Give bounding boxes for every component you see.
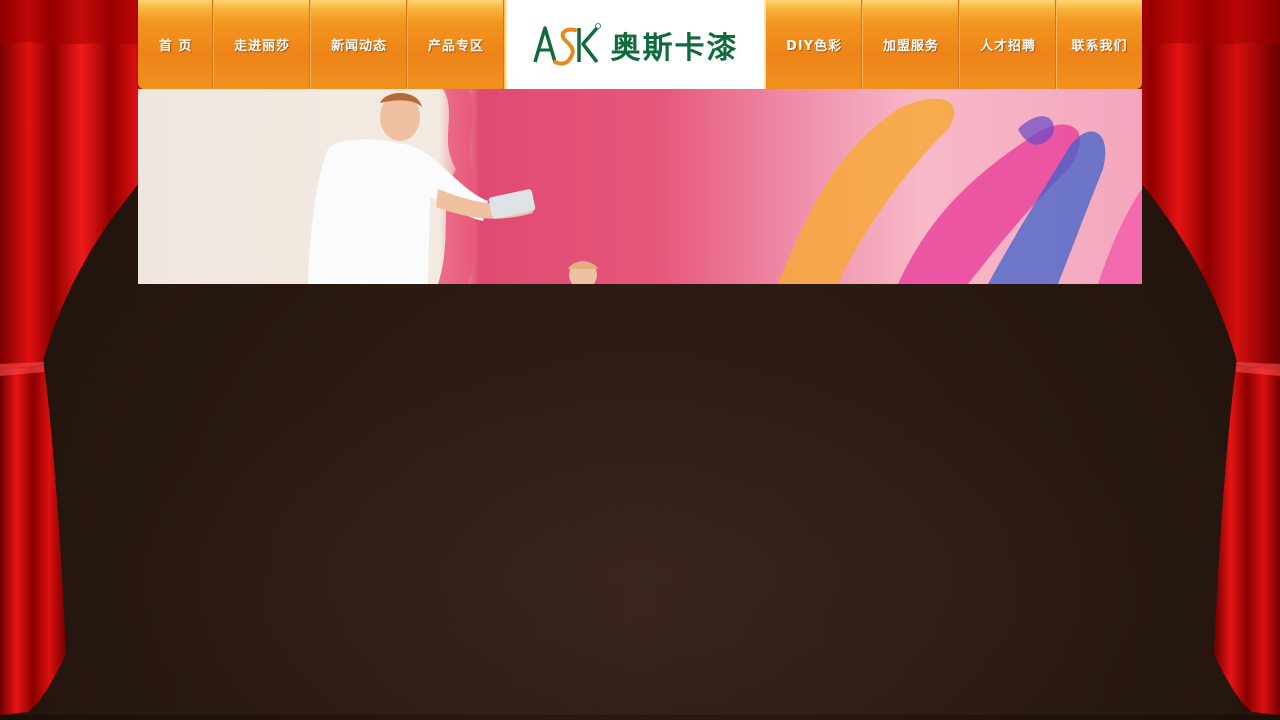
stage-floor bbox=[110, 360, 1170, 720]
brand-name: 奥斯卡漆 bbox=[610, 30, 739, 66]
nav-news-label: 新闻动态 bbox=[331, 39, 388, 54]
nav-diy-color-label: DIY色彩 bbox=[786, 39, 843, 54]
nav-franchise[interactable]: 加盟服务 bbox=[863, 0, 961, 89]
nav-news[interactable]: 新闻动态 bbox=[311, 0, 409, 89]
nav-home[interactable]: 首 页 bbox=[138, 0, 215, 89]
nav-diy-color[interactable]: DIY色彩 bbox=[766, 0, 864, 89]
main-nav: 首 页 走进丽莎 新闻动态 产品专区 奥斯卡漆 DIY色彩 加盟服务 人才招聘 bbox=[138, 0, 1142, 89]
nav-careers[interactable]: 人才招聘 bbox=[960, 0, 1057, 89]
nav-products[interactable]: 产品专区 bbox=[408, 0, 505, 89]
nav-about[interactable]: 走进丽莎 bbox=[214, 0, 312, 89]
nav-about-label: 走进丽莎 bbox=[234, 39, 291, 54]
nav-products-label: 产品专区 bbox=[428, 39, 485, 54]
nav-contact[interactable]: 联系我们 bbox=[1056, 0, 1142, 89]
nav-contact-label: 联系我们 bbox=[1071, 39, 1128, 54]
nav-franchise-label: 加盟服务 bbox=[883, 39, 940, 54]
brand-logo[interactable]: 奥斯卡漆 bbox=[504, 0, 767, 89]
hero-banner bbox=[138, 89, 1142, 284]
painter-illustration bbox=[308, 89, 1142, 284]
nav-careers-label: 人才招聘 bbox=[979, 39, 1036, 54]
logo-mark-icon bbox=[532, 22, 601, 68]
nav-home-label: 首 页 bbox=[158, 39, 193, 54]
